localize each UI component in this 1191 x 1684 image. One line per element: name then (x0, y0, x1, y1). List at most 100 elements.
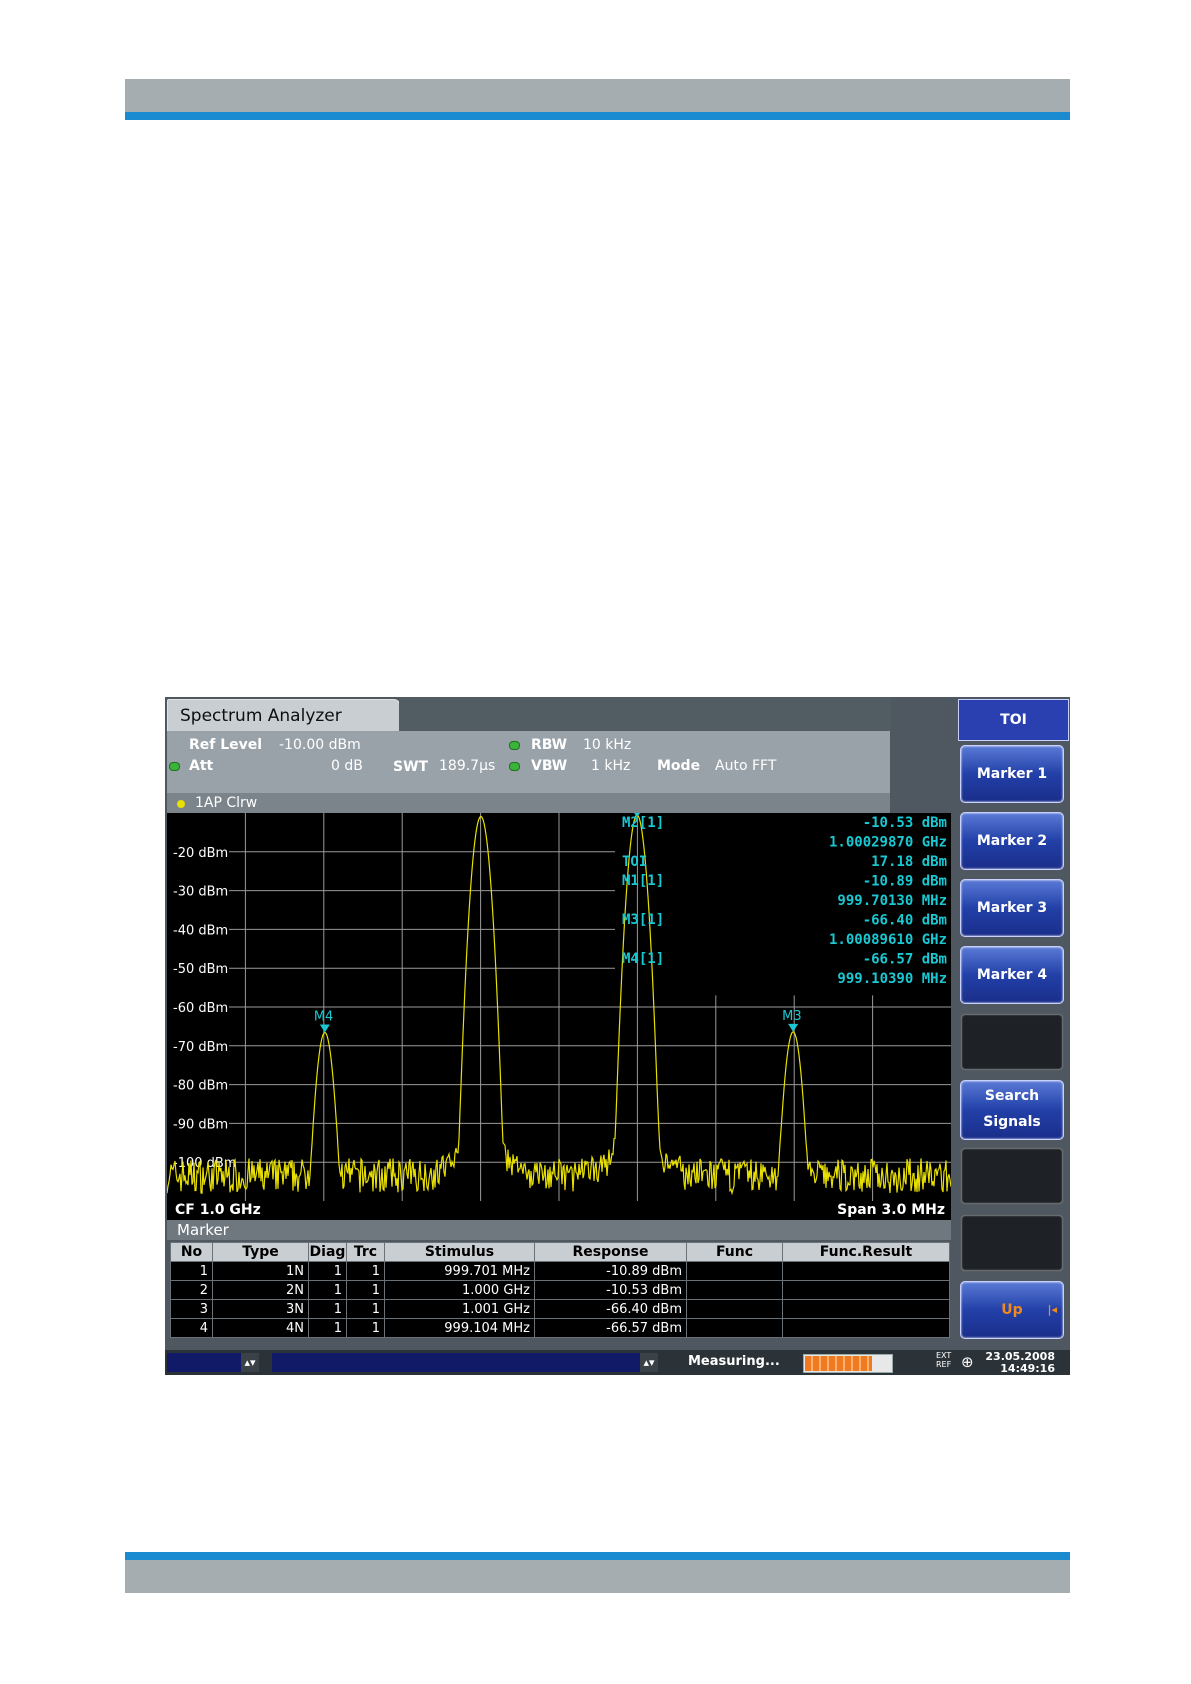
softkey-search-signals[interactable]: Search Signals (960, 1080, 1064, 1140)
softkey-empty-8[interactable] (960, 1214, 1064, 1272)
table-cell (686, 1280, 783, 1300)
readout-label: M3[1] (622, 912, 664, 928)
att-value: 0 dB (331, 758, 363, 774)
softkey-label: Marker 4 (976, 967, 1048, 983)
col-header: Diag (308, 1242, 347, 1262)
y-tick-label: -40 dBm (173, 923, 228, 938)
softkey-marker-4[interactable]: Marker 4 (960, 946, 1064, 1004)
table-cell: -66.57 dBm (534, 1318, 687, 1338)
y-tick-label: -50 dBm (173, 962, 228, 977)
updown-arrows-icon[interactable]: ▴▾ (241, 1353, 259, 1372)
spectrum-plot[interactable]: -20 dBm -30 dBm -40 dBm -50 dBm -60 dBm -70 d… (167, 813, 951, 1201)
y-tick-label: -70 dBm (173, 1040, 228, 1055)
att-led-icon (169, 762, 180, 771)
y-tick-label: -80 dBm (173, 1079, 228, 1094)
table-cell: -10.53 dBm (534, 1280, 687, 1300)
table-cell (686, 1261, 783, 1281)
vbw-value: 1 kHz (591, 758, 631, 774)
ext-ref-icon: ⊕ (961, 1353, 974, 1371)
table-cell (686, 1299, 783, 1319)
softkey-label: Marker 2 (976, 833, 1048, 849)
readout-label: M4[1] (622, 951, 664, 967)
page-header-band (125, 79, 1070, 112)
readout-value: -10.53 dBm (863, 815, 947, 831)
rbw-value: 10 kHz (583, 737, 632, 753)
table-cell: 1 (170, 1261, 213, 1281)
table-cell: 1 (308, 1299, 347, 1319)
y-tick-label: -90 dBm (173, 1117, 228, 1132)
table-cell (782, 1261, 950, 1281)
window-title: Spectrum Analyzer (180, 706, 342, 726)
softkey-up[interactable]: Up |◂ (960, 1281, 1064, 1339)
marker-label: M4 (314, 1009, 334, 1024)
readout-label: M2[1] (622, 815, 664, 831)
softkey-label: Search (984, 1088, 1040, 1104)
softkey-label: Signals (983, 1114, 1041, 1130)
col-header: Trc (346, 1242, 385, 1262)
table-cell: 1 (308, 1280, 347, 1300)
marker-table: No Type Diag Trc Stimulus Response Func … (170, 1242, 950, 1338)
ext-label: EXT (936, 1351, 952, 1360)
readout-value: 999.10390 MHz (837, 971, 947, 987)
updown-arrows-icon[interactable]: ▴▾ (640, 1353, 658, 1372)
readout-value: 999.70130 MHz (837, 893, 947, 909)
softkey-empty-5[interactable] (960, 1013, 1064, 1071)
trace-dot-icon (177, 800, 185, 808)
table-row[interactable]: 1 1N 1 1 999.701 MHz -10.89 dBm (170, 1261, 950, 1281)
page-header-rule (125, 112, 1070, 120)
readout-label: M1[1] (622, 873, 664, 889)
mode-label: Mode (657, 758, 701, 774)
softkey-marker-3[interactable]: Marker 3 (960, 879, 1064, 937)
table-cell (782, 1280, 950, 1300)
ref-level-label: Ref Level (189, 737, 263, 753)
frequency-bar: CF 1.0 GHz Span 3.0 MHz (167, 1201, 951, 1220)
readout-label: TOI (622, 854, 647, 870)
table-cell: 4N (212, 1318, 309, 1338)
center-frequency: CF 1.0 GHz (175, 1202, 261, 1218)
table-cell: -66.40 dBm (534, 1299, 687, 1319)
vbw-label: VBW (531, 758, 568, 774)
page-footer-band (125, 1560, 1070, 1593)
table-cell: 999.104 MHz (384, 1318, 535, 1338)
softkey-menu-title: TOI (958, 699, 1069, 741)
status-time: 14:49:16 (1000, 1362, 1055, 1375)
col-header: Stimulus (384, 1242, 535, 1262)
status-selector-2[interactable] (272, 1353, 640, 1372)
status-selector-1[interactable] (167, 1353, 241, 1372)
table-cell: -10.89 dBm (534, 1261, 687, 1281)
readout-value: -10.89 dBm (863, 874, 947, 890)
table-row[interactable]: 3 3N 1 1 1.001 GHz -66.40 dBm (170, 1299, 950, 1319)
softkey-empty-7[interactable] (960, 1147, 1064, 1205)
rbw-label: RBW (531, 737, 568, 753)
readout-value: 1.00029870 GHz (829, 835, 947, 851)
table-row[interactable]: 2 2N 1 1 1.000 GHz -10.53 dBm (170, 1280, 950, 1300)
table-cell: 1 (308, 1318, 347, 1338)
y-tick-label: -30 dBm (173, 885, 228, 900)
col-header: Type (212, 1242, 309, 1262)
marker-label: M3 (782, 1009, 802, 1024)
window-title-tab[interactable]: Spectrum Analyzer (167, 699, 400, 732)
datetime: 23.05.2008 14:49:16 (985, 1351, 1055, 1375)
ref-label: REF (936, 1360, 952, 1369)
table-cell (686, 1318, 783, 1338)
marker-table-header: Marker (167, 1220, 951, 1240)
col-header: No (170, 1242, 213, 1262)
table-row[interactable]: 4 4N 1 1 999.104 MHz -66.57 dBm (170, 1318, 950, 1338)
marker-table-head-row: No Type Diag Trc Stimulus Response Func … (170, 1242, 950, 1262)
title-strip (399, 697, 891, 731)
readout-value: -66.57 dBm (863, 952, 947, 968)
readout-value: 1.00089610 GHz (829, 932, 947, 948)
table-cell: 3 (170, 1299, 213, 1319)
col-header: Func.Result (782, 1242, 950, 1262)
table-cell: 999.701 MHz (384, 1261, 535, 1281)
table-cell (782, 1299, 950, 1319)
table-cell: 1N (212, 1261, 309, 1281)
col-header: Func (686, 1242, 783, 1262)
att-label: Att (189, 758, 214, 774)
rbw-led-icon (509, 741, 520, 750)
softkey-marker-1[interactable]: Marker 1 (960, 745, 1064, 803)
table-cell: 1 (308, 1261, 347, 1281)
table-cell: 1.001 GHz (384, 1299, 535, 1319)
marker-triangle-icon (788, 1023, 799, 1032)
softkey-marker-2[interactable]: Marker 2 (960, 812, 1064, 870)
